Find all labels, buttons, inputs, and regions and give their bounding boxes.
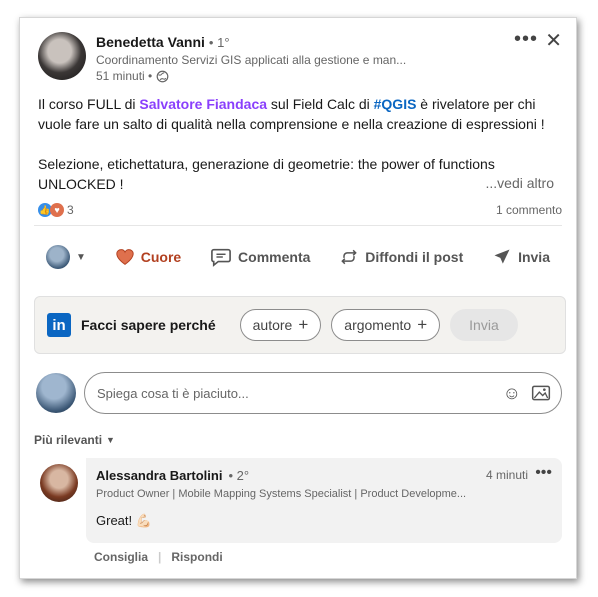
reactions-summary[interactable]: 👍 ♥ 3 (38, 203, 74, 217)
current-user-avatar (36, 373, 76, 413)
like-button[interactable]: Cuore (115, 248, 181, 266)
comment-actions: Consiglia | Rispondi (94, 550, 223, 564)
comment-author-name[interactable]: Alessandra Bartolini (96, 468, 222, 483)
comment-time: 4 minuti (485, 468, 528, 482)
post-time: 51 minuti • (96, 69, 169, 83)
comment-author[interactable]: Alessandra Bartolini • 2° (96, 468, 249, 483)
comment-like-button[interactable]: Consiglia (94, 550, 148, 564)
divider (34, 225, 562, 226)
send-label: Invia (518, 249, 550, 265)
mention-link[interactable]: Salvatore Fiandaca (139, 96, 267, 112)
post-paragraph-1: Il corso FULL di Salvatore Fiandaca sul … (38, 94, 558, 134)
comment-author-headline: Product Owner | Mobile Mapping Systems S… (96, 488, 467, 500)
author-name[interactable]: Benedetta Vanni • 1° (96, 34, 230, 50)
comment-input-box[interactable]: ☺ (84, 372, 562, 414)
send-button[interactable]: Invia (492, 247, 550, 267)
like-label: Cuore (140, 249, 182, 265)
author-headline: Coordinamento Servizi GIS applicati alla… (96, 53, 406, 67)
image-icon[interactable] (531, 384, 551, 402)
reaction-actor-selector[interactable]: ▼ (46, 245, 86, 269)
feedback-author-pill[interactable]: autore + (239, 309, 322, 341)
comments-count[interactable]: 1 commento (496, 203, 562, 217)
plus-icon: + (298, 315, 309, 334)
send-icon (494, 249, 510, 264)
repost-icon (341, 249, 357, 265)
plus-icon: + (417, 315, 428, 334)
see-more-link[interactable]: ...vedi altro (486, 175, 554, 191)
author-avatar[interactable] (38, 32, 86, 80)
comment-bubble: Alessandra Bartolini • 2° 4 minuti ••• Pr… (86, 458, 562, 543)
post-body: Il corso FULL di Salvatore Fiandaca sul … (38, 94, 558, 194)
repost-label: Diffondi il post (365, 249, 464, 265)
feedback-panel: in Facci sapere perché autore + argomento… (34, 296, 566, 354)
comment-text: Great! 💪🏻 (96, 513, 152, 528)
comment-more-icon[interactable]: ••• (535, 464, 552, 482)
author-name-text[interactable]: Benedetta Vanni (96, 34, 205, 50)
reactions-count: 3 (67, 203, 74, 217)
pill-author-label: autore (252, 317, 293, 333)
post-text-2: sul Field Calc di (267, 96, 374, 112)
emoji-icon[interactable]: ☺ (503, 383, 521, 404)
post-card: Benedetta Vanni • 1° Coordinamento Serviz… (19, 17, 577, 579)
feedback-topic-pill[interactable]: argomento + (331, 309, 441, 341)
sort-dropdown[interactable]: Più rilevanti ▼ (34, 433, 115, 447)
separator: | (158, 550, 162, 564)
sort-label: Più rilevanti (34, 433, 103, 447)
commenter-avatar[interactable] (40, 464, 78, 502)
post-paragraph-2: Selezione, etichettatura, generazione di… (38, 156, 495, 192)
comment-icon (211, 248, 231, 267)
caret-down-icon: ▼ (106, 435, 115, 445)
close-icon[interactable]: ✕ (545, 28, 562, 53)
comment-author-degree: • 2° (228, 468, 250, 483)
action-bar: ▼ Cuore Commenta Diffondi il post Invia (34, 232, 562, 282)
feedback-submit-button[interactable]: Invia (450, 309, 518, 341)
chevron-down-icon: ▼ (76, 251, 86, 263)
repost-button[interactable]: Diffondi il post (339, 247, 463, 267)
feedback-label: Facci sapere perché (81, 317, 216, 333)
post-time-text: 51 minuti • (96, 69, 153, 83)
comment-input[interactable] (95, 384, 493, 402)
linkedin-logo-icon: in (47, 313, 71, 337)
author-degree: • 1° (208, 35, 230, 50)
more-options-icon[interactable]: ••• (514, 28, 538, 51)
comment-label: Commenta (238, 249, 311, 265)
love-reaction-icon: ♥ (50, 203, 64, 217)
heart-icon (116, 249, 134, 265)
pill-topic-label: argomento (344, 317, 412, 333)
comment-button[interactable]: Commenta (210, 247, 310, 267)
globe-icon (156, 70, 169, 82)
post-text-1: Il corso FULL di (38, 96, 140, 112)
hashtag-link[interactable]: #QGIS (374, 96, 417, 112)
actor-avatar (46, 245, 70, 269)
comment-reply-button[interactable]: Rispondi (171, 550, 222, 564)
